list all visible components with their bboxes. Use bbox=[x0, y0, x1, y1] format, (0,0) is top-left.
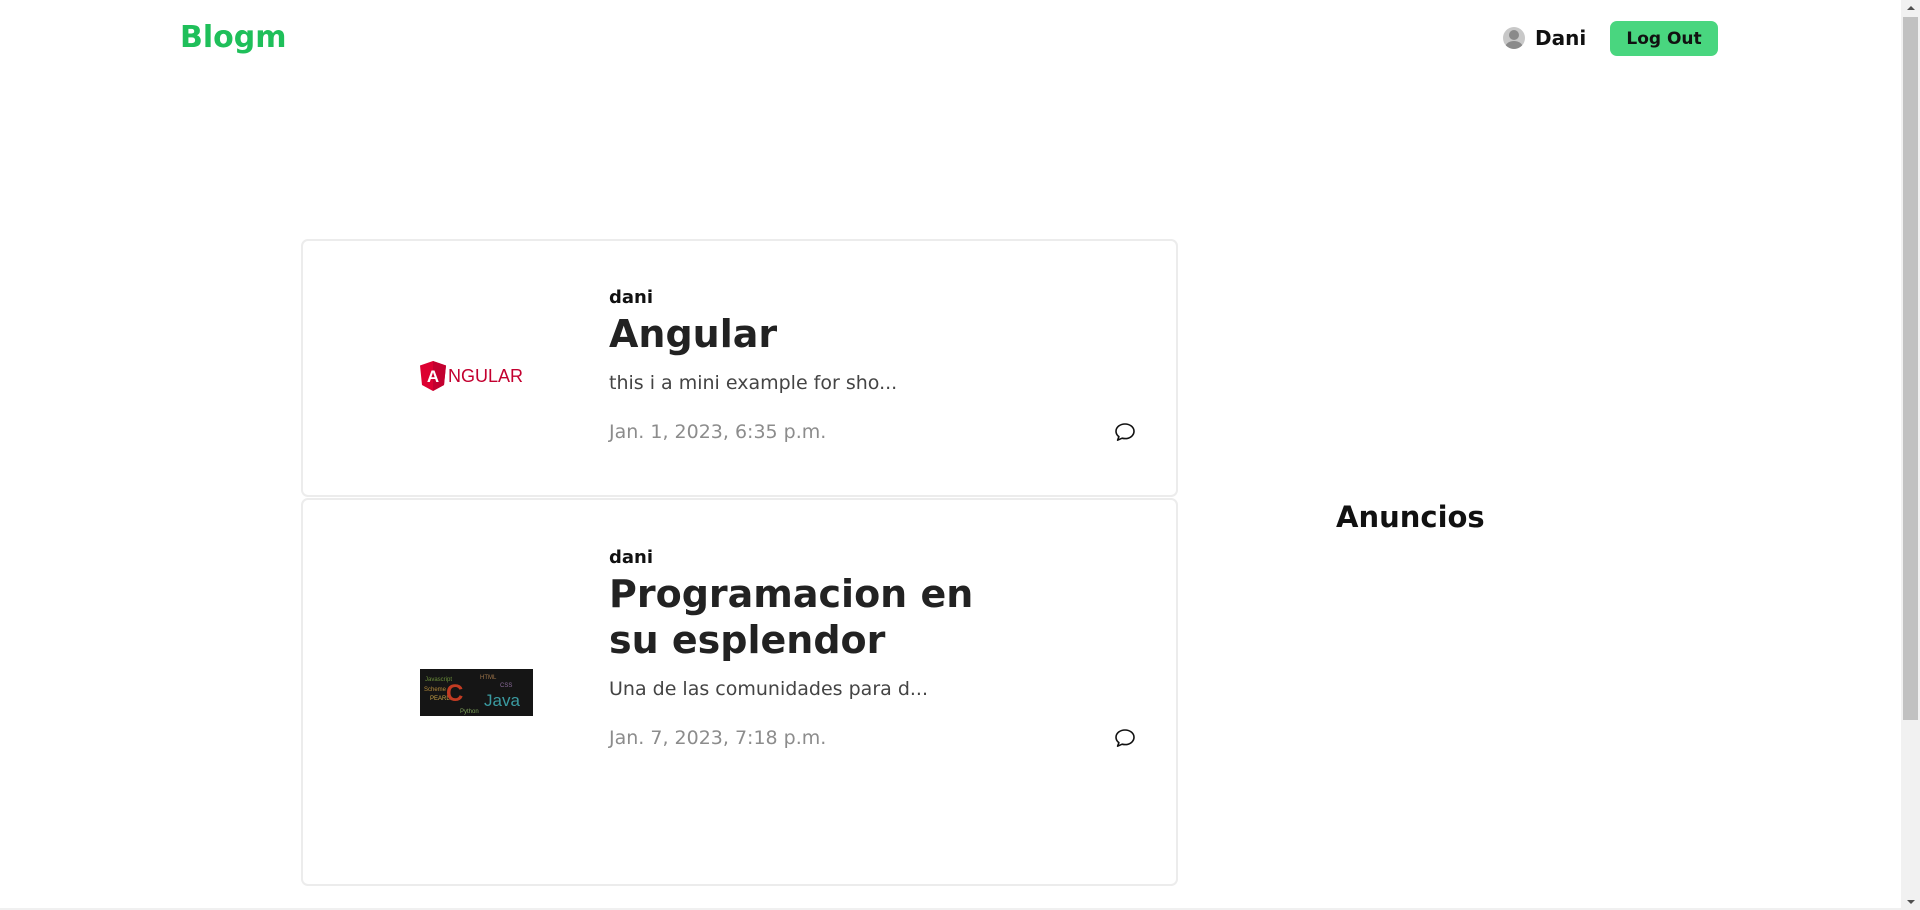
user-name: Dani bbox=[1535, 26, 1587, 50]
word-cloud-text: CSS bbox=[500, 683, 512, 689]
word-cloud-text: PEARL bbox=[430, 696, 450, 702]
user-avatar-icon bbox=[1503, 27, 1525, 49]
post-card[interactable]: A NGULAR dani Angular this i a mini exam… bbox=[301, 239, 1178, 497]
angular-logo-letter: A bbox=[427, 367, 439, 386]
word-cloud-text: HTML bbox=[480, 675, 497, 681]
post-thumbnail-programming[interactable]: Javascript HTML CSS Scheme C Java PEARL … bbox=[420, 669, 533, 716]
post-thumbnail-angular[interactable]: A NGULAR bbox=[420, 352, 533, 399]
user-menu[interactable]: Dani bbox=[1503, 26, 1586, 50]
comment-icon[interactable] bbox=[1114, 421, 1136, 443]
ads-heading: Anuncios bbox=[1336, 500, 1485, 534]
post-date: Jan. 1, 2023, 6:35 p.m. bbox=[609, 421, 827, 443]
post-excerpt: this i a mini example for sho... bbox=[609, 372, 898, 394]
word-cloud-text: Java bbox=[484, 691, 520, 710]
vertical-scrollbar[interactable] bbox=[1901, 0, 1920, 910]
post-author: dani bbox=[609, 287, 654, 308]
post-date: Jan. 7, 2023, 7:18 p.m. bbox=[609, 727, 827, 749]
post-card[interactable]: Javascript HTML CSS Scheme C Java PEARL … bbox=[301, 498, 1178, 886]
word-cloud-text: Python bbox=[460, 709, 479, 715]
post-title[interactable]: Programacion en su esplendor bbox=[609, 571, 1009, 663]
word-cloud-text: Scheme bbox=[424, 687, 447, 693]
logout-button[interactable]: Log Out bbox=[1610, 21, 1718, 56]
angular-logo-text: NGULAR bbox=[448, 366, 523, 386]
scroll-down-arrow-icon[interactable] bbox=[1901, 893, 1920, 910]
brand-logo[interactable]: Blogm bbox=[180, 20, 287, 55]
post-author: dani bbox=[609, 547, 654, 568]
scrollbar-thumb[interactable] bbox=[1903, 17, 1918, 720]
word-cloud-text: C bbox=[446, 680, 463, 707]
post-excerpt: Una de las comunidades para d... bbox=[609, 678, 928, 700]
post-title[interactable]: Angular bbox=[609, 311, 1009, 357]
scroll-up-arrow-icon[interactable] bbox=[1901, 0, 1920, 17]
comment-icon[interactable] bbox=[1114, 727, 1136, 749]
